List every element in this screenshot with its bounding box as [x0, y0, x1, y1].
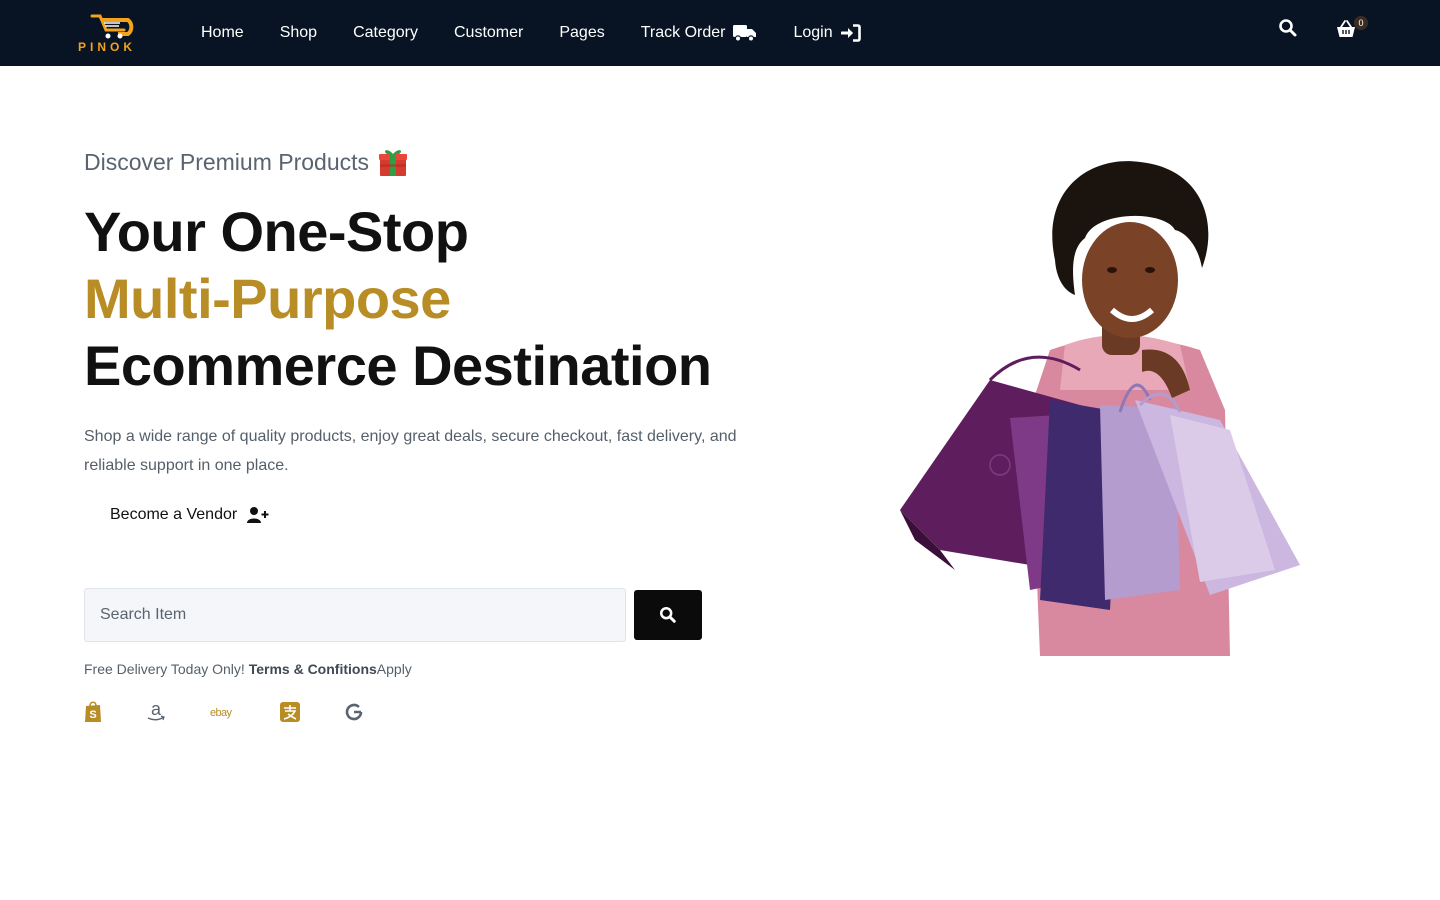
- cart-count-badge: 0: [1354, 16, 1368, 30]
- cart-logo-icon: [90, 14, 134, 39]
- nav-home[interactable]: Home: [201, 24, 244, 42]
- google-icon: [344, 700, 364, 724]
- hero-search-button[interactable]: [634, 590, 702, 640]
- nav-login[interactable]: Login: [793, 24, 861, 42]
- hero-headline: Your One-Stop Multi-Purpose Ecommerce De…: [84, 198, 712, 399]
- hero-search-input[interactable]: [84, 588, 626, 642]
- user-plus-icon: [247, 506, 269, 524]
- top-navbar: PINOK Home Shop Category Customer Pages …: [0, 0, 1440, 66]
- delivery-suffix: Apply: [376, 661, 412, 677]
- headline-line-1: Your One-Stop: [84, 200, 469, 263]
- header-cart[interactable]: 0: [1336, 16, 1368, 40]
- hero-kicker: Discover Premium Products: [84, 146, 409, 178]
- nav-category[interactable]: Category: [353, 24, 418, 42]
- delivery-prefix: Free Delivery Today Only!: [84, 661, 249, 677]
- terms-link[interactable]: Terms & Confitions: [249, 661, 377, 677]
- logo-text: PINOK: [78, 40, 137, 54]
- login-icon: [840, 24, 861, 42]
- nav-category-label: Category: [353, 24, 418, 41]
- main-nav: Home Shop Category Customer Pages Track …: [201, 0, 897, 66]
- nav-track-order-label: Track Order: [640, 24, 726, 41]
- nav-pages-label: Pages: [559, 24, 605, 41]
- nav-login-label: Login: [793, 24, 833, 41]
- nav-track-order[interactable]: Track Order: [641, 24, 758, 42]
- search-icon: [659, 606, 676, 623]
- header-search-icon[interactable]: [1278, 18, 1298, 38]
- partner-brands: S a ebay: [84, 700, 408, 724]
- hero-description: Shop a wide range of quality products, e…: [84, 428, 737, 474]
- nav-customer[interactable]: Customer: [454, 24, 523, 42]
- nav-home-label: Home: [201, 24, 244, 41]
- become-vendor-button[interactable]: Become a Vendor: [98, 498, 281, 532]
- nav-customer-label: Customer: [453, 24, 524, 41]
- truck-icon: [733, 24, 757, 42]
- svg-text:S: S: [89, 709, 96, 721]
- nav-shop-label: Shop: [279, 24, 318, 41]
- nav-shop[interactable]: Shop: [280, 24, 317, 42]
- delivery-note: Free Delivery Today Only! Terms & Confit…: [84, 661, 412, 677]
- amazon-icon: a: [146, 700, 166, 724]
- svg-text:a: a: [151, 701, 162, 719]
- nav-pages[interactable]: Pages: [559, 24, 604, 42]
- headline-line-2: Multi-Purpose: [84, 267, 451, 330]
- shopify-icon: S: [84, 700, 102, 724]
- hero-model-image: [900, 161, 1300, 656]
- svg-text:ebay: ebay: [210, 707, 233, 719]
- basket-icon: [1337, 20, 1355, 37]
- gift-icon: [377, 146, 409, 178]
- become-vendor-label: Become a Vendor: [110, 506, 238, 523]
- hero-kicker-text: Discover Premium Products: [84, 148, 370, 175]
- alipay-icon: [280, 700, 300, 724]
- ebay-icon: ebay: [210, 700, 236, 724]
- logo[interactable]: PINOK: [76, 12, 152, 56]
- headline-line-3: Ecommerce Destination: [84, 334, 712, 397]
